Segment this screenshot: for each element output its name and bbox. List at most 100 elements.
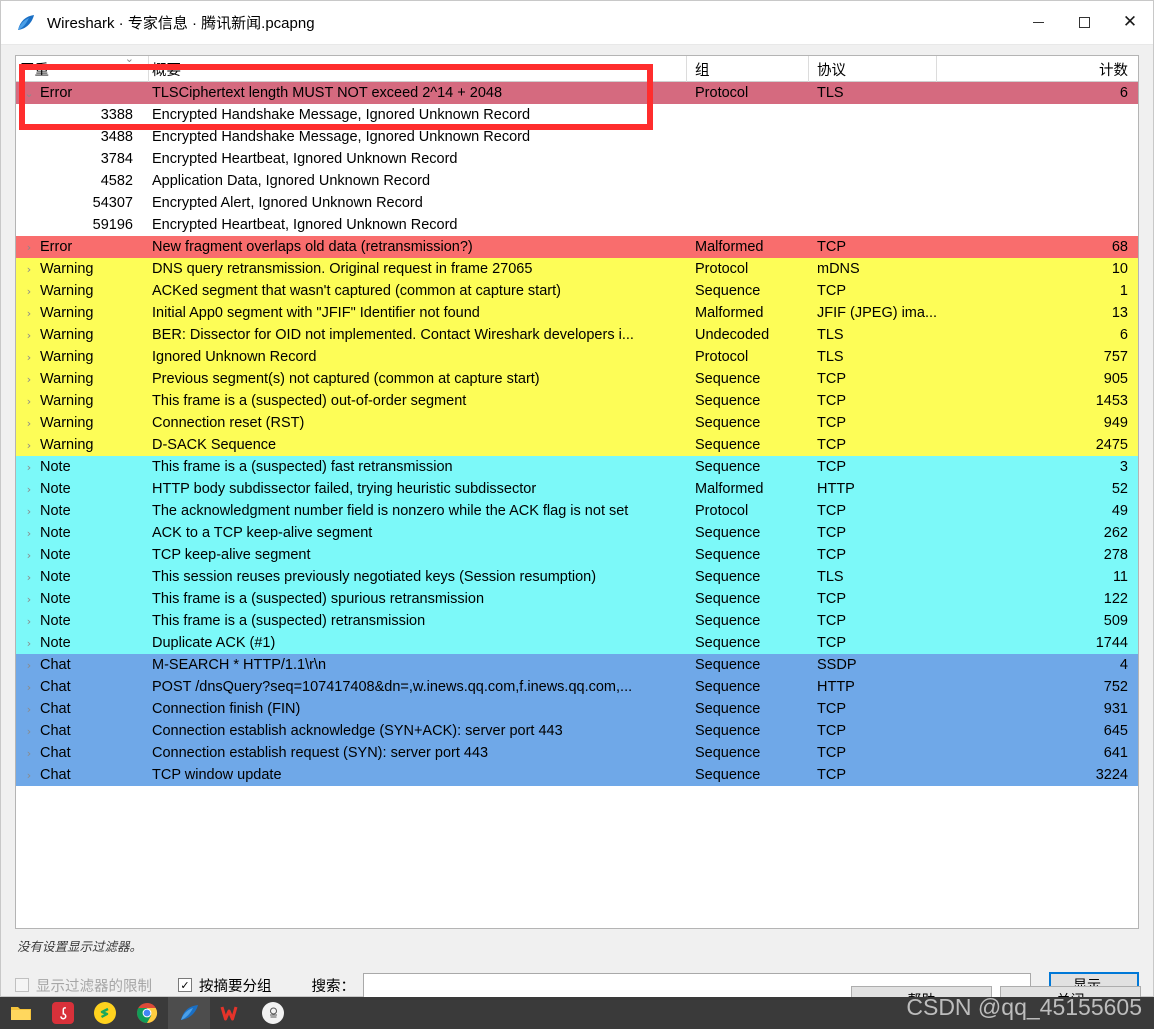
table-row[interactable]: › Warning D-SACK Sequence Sequence TCP 2475: [16, 434, 1138, 456]
cell-group: Sequence: [695, 371, 761, 387]
taskbar-icon-netease-music[interactable]: [42, 997, 84, 1029]
chevron-right-icon[interactable]: ›: [20, 572, 38, 583]
table-row[interactable]: › Chat TCP window update Sequence TCP 3224: [16, 764, 1138, 786]
cell-protocol: [809, 104, 937, 126]
chevron-right-icon[interactable]: ›: [20, 528, 38, 539]
taskbar-icon-explorer[interactable]: [0, 997, 42, 1029]
chevron-right-icon[interactable]: ›: [20, 374, 38, 385]
table-row[interactable]: › Chat Connection establish acknowledge (S…: [16, 720, 1138, 742]
cell-count: 13: [1111, 305, 1128, 321]
chevron-right-icon[interactable]: ›: [20, 660, 38, 671]
table-row[interactable]: 54307 Encrypted Alert, Ignored Unknown Re…: [16, 192, 1138, 214]
table-row[interactable]: 3784 Encrypted Heartbeat, Ignored Unknown…: [16, 148, 1138, 170]
table-row[interactable]: › Note This session reuses previously nego…: [16, 566, 1138, 588]
cell-summary: M-SEARCH * HTTP/1.1\r\n: [152, 657, 327, 673]
table-row[interactable]: ⌄ Error TLSCiphertext length MUST NOT exce…: [16, 82, 1138, 104]
column-header-summary[interactable]: 概要: [149, 56, 687, 82]
table-row[interactable]: › Warning Previous segment(s) not captured…: [16, 368, 1138, 390]
cell-severity: › Warning: [16, 302, 149, 324]
chevron-right-icon[interactable]: ›: [20, 308, 38, 319]
chevron-down-icon[interactable]: ⌄: [20, 88, 38, 99]
table-row[interactable]: › Chat POST /dnsQuery?seq=107417408&dn=,w.…: [16, 676, 1138, 698]
table-row[interactable]: › Note ACK to a TCP keep-alive segment Sequ…: [16, 522, 1138, 544]
cell-protocol: TCP: [817, 459, 846, 475]
group-checkbox-box[interactable]: ✓: [178, 978, 192, 992]
cell-summary: This frame is a (suspected) spurious ret…: [152, 591, 485, 607]
cell-severity: › Warning: [16, 390, 149, 412]
chevron-right-icon[interactable]: ›: [20, 616, 38, 627]
table-row[interactable]: › Chat Connection finish (FIN) Sequence TCP 9…: [16, 698, 1138, 720]
chevron-right-icon[interactable]: ›: [20, 594, 38, 605]
chevron-right-icon[interactable]: ›: [20, 462, 38, 473]
chevron-right-icon[interactable]: ›: [20, 352, 38, 363]
chevron-right-icon[interactable]: ›: [20, 484, 38, 495]
chevron-right-icon[interactable]: ›: [20, 638, 38, 649]
cell-severity-label: Note: [40, 525, 71, 541]
chevron-right-icon[interactable]: ›: [20, 704, 38, 715]
cell-group: Sequence: [695, 679, 761, 695]
table-row[interactable]: › Note This frame is a (suspected) fast re…: [16, 456, 1138, 478]
table-row[interactable]: › Note TCP keep-alive segment Sequence TCP 27…: [16, 544, 1138, 566]
table-row[interactable]: › Warning This frame is a (suspected) out-…: [16, 390, 1138, 412]
chevron-right-icon[interactable]: ›: [20, 264, 38, 275]
table-row[interactable]: › Note Duplicate ACK (#1) Sequence TCP 1744: [16, 632, 1138, 654]
limit-checkbox-box[interactable]: [15, 978, 29, 992]
cell-severity-label: Chat: [40, 767, 71, 783]
column-header-count[interactable]: 计数: [937, 56, 1138, 82]
cell-group: Sequence: [695, 393, 761, 409]
cell-severity-label: Warning: [40, 415, 94, 431]
taskbar-icon-misc-app[interactable]: [252, 997, 294, 1029]
taskbar-icon-wps-office[interactable]: [210, 997, 252, 1029]
chevron-right-icon[interactable]: ›: [20, 506, 38, 517]
table-row[interactable]: › Chat M-SEARCH * HTTP/1.1\r\n Sequence SSDP…: [16, 654, 1138, 676]
chevron-right-icon[interactable]: ›: [20, 286, 38, 297]
close-icon[interactable]: ✕: [1107, 1, 1153, 45]
table-row[interactable]: › Warning ACKed segment that wasn't captur…: [16, 280, 1138, 302]
table-row[interactable]: › Warning Initial App0 segment with "JFIF"…: [16, 302, 1138, 324]
taskbar-icon-wireshark[interactable]: [168, 997, 210, 1029]
chevron-right-icon[interactable]: ›: [20, 242, 38, 253]
chevron-right-icon[interactable]: ›: [20, 748, 38, 759]
table-row[interactable]: › Warning BER: Dissector for OID not imple…: [16, 324, 1138, 346]
table-row[interactable]: › Note HTTP body subdissector failed, tryi…: [16, 478, 1138, 500]
maximize-button[interactable]: [1061, 1, 1107, 45]
cell-protocol: TCP: [817, 283, 846, 299]
cell-summary: Initial App0 segment with "JFIF" Identif…: [152, 305, 480, 321]
chevron-right-icon[interactable]: ›: [20, 770, 38, 781]
table-row[interactable]: › Note This frame is a (suspected) spuriou…: [16, 588, 1138, 610]
cell-severity: › Note: [16, 500, 149, 522]
table-row[interactable]: › Warning Ignored Unknown Record Protocol TL…: [16, 346, 1138, 368]
limit-to-display-filter-checkbox[interactable]: 显示过滤器的限制: [15, 975, 152, 996]
column-header-protocol[interactable]: 协议: [809, 56, 937, 82]
expert-info-tree[interactable]: 严重 ⌄ 概要 组 协议 计数 ⌄ Error TLSCiphertext leng…: [15, 55, 1139, 929]
table-row[interactable]: 3488 Encrypted Handshake Message, Ignored…: [16, 126, 1138, 148]
cell-summary: TLSCiphertext length MUST NOT exceed 2^1…: [152, 85, 503, 101]
chevron-right-icon[interactable]: ›: [20, 396, 38, 407]
table-row[interactable]: › Warning DNS query retransmission. Origin…: [16, 258, 1138, 280]
chevron-right-icon[interactable]: ›: [20, 440, 38, 451]
cell-severity-label: Note: [40, 569, 71, 585]
table-row[interactable]: › Chat Connection establish request (SYN):…: [16, 742, 1138, 764]
column-header-severity[interactable]: 严重 ⌄: [16, 56, 149, 82]
table-row[interactable]: 59196 Encrypted Heartbeat, Ignored Unknow…: [16, 214, 1138, 236]
table-row[interactable]: 4582 Application Data, Ignored Unknown Re…: [16, 170, 1138, 192]
table-row[interactable]: › Error New fragment overlaps old data (re…: [16, 236, 1138, 258]
table-row[interactable]: › Note The acknowledgment number field is …: [16, 500, 1138, 522]
cell-count: [937, 170, 1138, 192]
chevron-right-icon[interactable]: ›: [20, 330, 38, 341]
chevron-right-icon[interactable]: ›: [20, 418, 38, 429]
column-header-group[interactable]: 组: [687, 56, 809, 82]
cell-protocol: TCP: [817, 371, 846, 387]
group-by-summary-checkbox[interactable]: ✓ 按摘要分组: [178, 975, 272, 996]
cell-group: [687, 170, 809, 192]
chevron-right-icon[interactable]: ›: [20, 550, 38, 561]
taskbar-icon-sogou-browser[interactable]: [84, 997, 126, 1029]
taskbar-icon-chrome[interactable]: [126, 997, 168, 1029]
table-row[interactable]: › Warning Connection reset (RST) Sequence TC…: [16, 412, 1138, 434]
chevron-right-icon[interactable]: ›: [20, 682, 38, 693]
chevron-right-icon[interactable]: ›: [20, 726, 38, 737]
minimize-button[interactable]: [1015, 1, 1061, 45]
table-row[interactable]: 3388 Encrypted Handshake Message, Ignored…: [16, 104, 1138, 126]
table-row[interactable]: › Note This frame is a (suspected) retrans…: [16, 610, 1138, 632]
cell-group: Sequence: [695, 525, 761, 541]
